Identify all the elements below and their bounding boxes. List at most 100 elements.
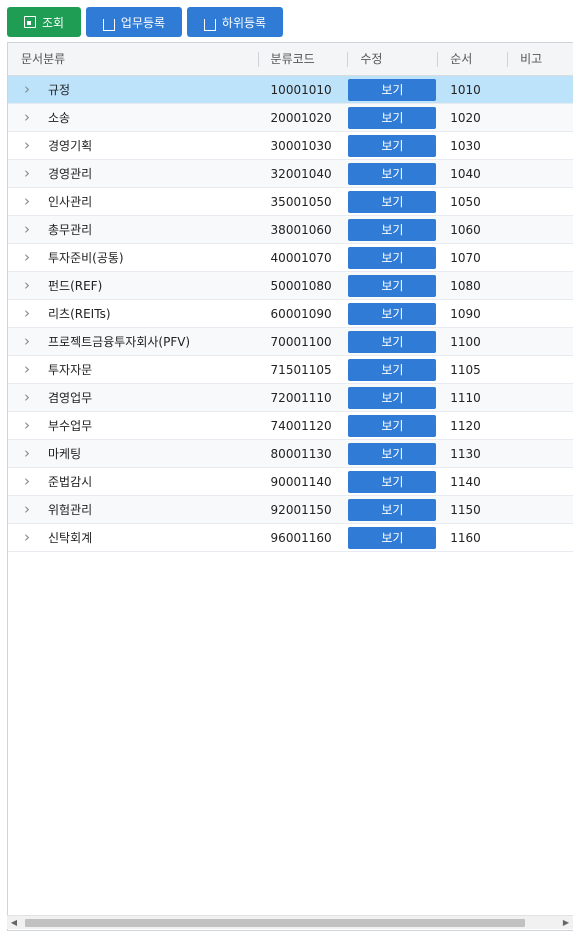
chevron-right-icon[interactable]: [24, 222, 48, 237]
order-value: 1070: [450, 250, 481, 265]
table-row[interactable]: 프로젝트금융투자회사(PFV) 70001100 보기 1100: [8, 328, 573, 356]
category-cell: 총무관리: [8, 216, 258, 243]
order-value: 1110: [450, 390, 481, 405]
order-value: 1040: [450, 166, 481, 181]
chevron-right-icon[interactable]: [24, 278, 48, 293]
category-code: 50001080: [270, 278, 332, 293]
horizontal-scrollbar[interactable]: ◀ ▶: [7, 915, 573, 929]
edit-cell: 보기: [347, 244, 437, 271]
category-cell: 소송: [8, 104, 258, 131]
note-value: [507, 216, 573, 243]
category-code: 72001110: [270, 390, 332, 405]
view-button[interactable]: 보기: [348, 302, 437, 325]
chevron-right-icon[interactable]: [24, 194, 48, 209]
table-row[interactable]: 신탁회계 96001160 보기 1160: [8, 524, 573, 552]
note-value: [507, 104, 573, 131]
table-row[interactable]: 총무관리 38001060 보기 1060: [8, 216, 573, 244]
table-row[interactable]: 경영기획 30001030 보기 1030: [8, 132, 573, 160]
view-button[interactable]: 보기: [348, 470, 437, 493]
chevron-right-icon[interactable]: [24, 166, 48, 181]
category-code: 70001100: [270, 334, 332, 349]
edit-cell: 보기: [347, 356, 437, 383]
note-value: [507, 272, 573, 299]
category-code: 74001120: [270, 418, 332, 433]
column-header-edit[interactable]: 수정: [347, 43, 437, 76]
chevron-right-icon[interactable]: [24, 82, 48, 97]
column-header-order[interactable]: 순서: [437, 43, 507, 76]
view-button[interactable]: 보기: [348, 190, 437, 213]
note-value: [507, 300, 573, 327]
view-button[interactable]: 보기: [348, 498, 437, 521]
note-value: [507, 468, 573, 495]
edit-cell: 보기: [347, 524, 437, 551]
column-header-note[interactable]: 비고: [507, 43, 573, 76]
chevron-right-icon[interactable]: [24, 390, 48, 405]
category-code: 80001130: [270, 446, 332, 461]
chevron-right-icon[interactable]: [24, 138, 48, 153]
search-button[interactable]: 조회: [7, 7, 81, 37]
add-sub-button[interactable]: 하위등록: [187, 7, 283, 37]
note-value: [507, 160, 573, 187]
table-row[interactable]: 리츠(REITs) 60001090 보기 1090: [8, 300, 573, 328]
add-task-button[interactable]: 업무등록: [86, 7, 182, 37]
chevron-right-icon[interactable]: [24, 250, 48, 265]
note-value: [507, 384, 573, 411]
category-code: 90001140: [270, 474, 332, 489]
table-row[interactable]: 경영관리 32001040 보기 1040: [8, 160, 573, 188]
category-cell: 경영관리: [8, 160, 258, 187]
table-row[interactable]: 규정 10001010 보기 1010: [8, 76, 573, 104]
view-button[interactable]: 보기: [348, 442, 437, 465]
edit-cell: 보기: [347, 300, 437, 327]
table-row[interactable]: 마케팅 80001130 보기 1130: [8, 440, 573, 468]
note-value: [507, 440, 573, 467]
chevron-right-icon[interactable]: [24, 110, 48, 125]
view-button[interactable]: 보기: [348, 330, 437, 353]
order-value: 1020: [450, 110, 481, 125]
category-name: 총무관리: [48, 223, 93, 237]
table-row[interactable]: 투자준비(공통) 40001070 보기 1070: [8, 244, 573, 272]
view-button[interactable]: 보기: [348, 78, 437, 101]
category-name: 프로젝트금융투자회사(PFV): [48, 335, 191, 349]
category-name: 규정: [48, 83, 71, 97]
column-header-category[interactable]: 문서분류: [8, 43, 258, 76]
view-button[interactable]: 보기: [348, 358, 437, 381]
category-name: 준법감시: [48, 475, 93, 489]
table-row[interactable]: 겸영업무 72001110 보기 1110: [8, 384, 573, 412]
view-button[interactable]: 보기: [348, 274, 437, 297]
chevron-right-icon[interactable]: [24, 362, 48, 377]
view-button[interactable]: 보기: [348, 386, 437, 409]
table-row[interactable]: 펀드(REF) 50001080 보기 1080: [8, 272, 573, 300]
chevron-right-icon[interactable]: [24, 502, 48, 517]
category-cell: 펀드(REF): [8, 272, 258, 299]
category-code: 38001060: [270, 222, 332, 237]
table-row[interactable]: 투자자문 71501105 보기 1105: [8, 356, 573, 384]
chevron-right-icon[interactable]: [24, 334, 48, 349]
table-row[interactable]: 준법감시 90001140 보기 1140: [8, 468, 573, 496]
table-row[interactable]: 부수업무 74001120 보기 1120: [8, 412, 573, 440]
view-button[interactable]: 보기: [348, 414, 437, 437]
chevron-right-icon[interactable]: [24, 474, 48, 489]
category-name: 소송: [48, 111, 71, 125]
view-button[interactable]: 보기: [348, 162, 437, 185]
chevron-right-icon[interactable]: [24, 418, 48, 433]
scroll-right-icon[interactable]: ▶: [561, 918, 571, 928]
chevron-right-icon[interactable]: [24, 446, 48, 461]
table-row[interactable]: 소송 20001020 보기 1020: [8, 104, 573, 132]
grid-header: 문서분류 분류코드 수정 순서 비고: [8, 43, 573, 76]
table-row[interactable]: 위험관리 92001150 보기 1150: [8, 496, 573, 524]
table-row[interactable]: 인사관리 35001050 보기 1050: [8, 188, 573, 216]
chevron-right-icon[interactable]: [24, 530, 48, 545]
view-button[interactable]: 보기: [348, 134, 437, 157]
view-button[interactable]: 보기: [348, 246, 437, 269]
category-grid: 문서분류 분류코드 수정 순서 비고 규정 10001010 보기 1010 소송 200…: [7, 42, 573, 931]
edit-cell: 보기: [347, 160, 437, 187]
chevron-right-icon[interactable]: [24, 306, 48, 321]
note-value: [507, 356, 573, 383]
view-button[interactable]: 보기: [348, 106, 437, 129]
view-button[interactable]: 보기: [348, 526, 437, 549]
scrollbar-thumb[interactable]: [25, 919, 525, 927]
category-cell: 투자자문: [8, 356, 258, 383]
scroll-left-icon[interactable]: ◀: [9, 918, 19, 928]
view-button[interactable]: 보기: [348, 218, 437, 241]
column-header-code[interactable]: 분류코드: [257, 43, 348, 76]
